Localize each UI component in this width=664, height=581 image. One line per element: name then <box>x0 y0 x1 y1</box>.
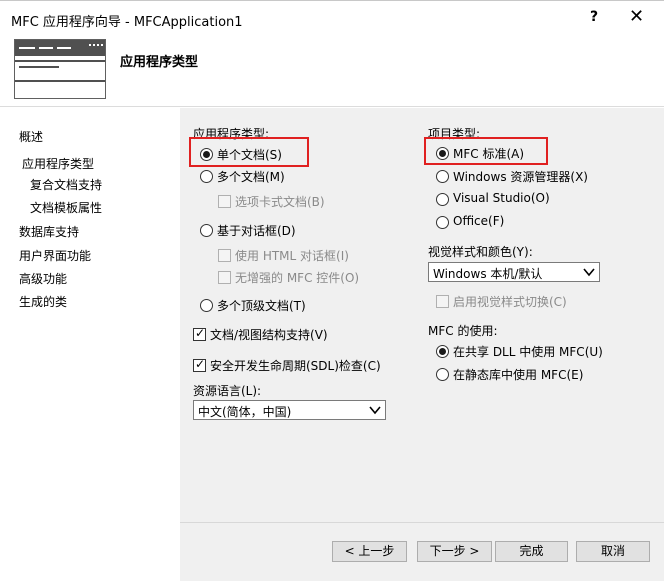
visual-style-label: 视觉样式和颜色(Y): <box>428 245 533 259</box>
multi-toplevel-label: 多个顶级文档(T) <box>217 299 306 313</box>
cancel-button[interactable]: 取消 <box>576 541 650 562</box>
page-title: 应用程序类型 <box>120 55 199 70</box>
title-bar: MFC 应用程序向导 - MFCApplication1 ? ✕ <box>0 1 664 37</box>
single-doc-radio[interactable] <box>200 148 213 161</box>
window-wizard-icon <box>14 39 106 99</box>
page-header: 应用程序类型 <box>0 37 664 107</box>
static-lib-radio[interactable] <box>436 368 449 381</box>
nav-item-database[interactable]: 数据库支持 <box>19 223 79 240</box>
tabbed-docs-label: 选项卡式文档(B) <box>235 195 325 209</box>
visual-studio-label: Visual Studio(O) <box>453 191 550 205</box>
enable-style-switch-checkbox[interactable] <box>436 295 449 308</box>
multi-doc-label: 多个文档(M) <box>217 170 285 184</box>
wizard-window: MFC 应用程序向导 - MFCApplication1 ? ✕ 应用程序类型 … <box>0 0 664 581</box>
window-title: MFC 应用程序向导 - MFCApplication1 <box>11 15 243 30</box>
nav-item-ui-features[interactable]: 用户界面功能 <box>19 247 91 264</box>
mfc-standard-radio[interactable] <box>436 147 449 160</box>
nav-item-overview[interactable]: 概述 <box>19 128 43 145</box>
dialog-based-label: 基于对话框(D) <box>217 224 296 238</box>
html-dialog-label: 使用 HTML 对话框(I) <box>235 249 349 263</box>
help-icon[interactable]: ? <box>590 9 598 25</box>
button-bar: < 上一步 下一步 > 完成 取消 <box>180 522 664 581</box>
visual-style-value: Windows 本机/默认 <box>433 267 543 281</box>
doc-view-checkbox[interactable]: ✓ <box>193 326 206 341</box>
sdl-checkbox[interactable]: ✓ <box>193 357 206 372</box>
resource-lang-value: 中文(简体，中国) <box>198 405 292 419</box>
next-button[interactable]: 下一步 > <box>417 541 492 562</box>
prev-button[interactable]: < 上一步 <box>332 541 407 562</box>
office-radio[interactable] <box>436 216 449 229</box>
nav-item-app-type[interactable]: 应用程序类型 <box>22 155 94 172</box>
no-enhanced-mfc-label: 无增强的 MFC 控件(O) <box>235 271 360 285</box>
tabbed-docs-checkbox[interactable] <box>218 195 231 208</box>
windows-explorer-label: Windows 资源管理器(X) <box>453 170 588 184</box>
html-dialog-checkbox[interactable] <box>218 249 231 262</box>
resource-lang-label: 资源语言(L): <box>193 384 262 398</box>
static-lib-label: 在静态库中使用 MFC(E) <box>453 368 584 382</box>
mfc-standard-label: MFC 标准(A) <box>453 147 525 161</box>
windows-explorer-radio[interactable] <box>436 170 449 183</box>
no-enhanced-mfc-checkbox[interactable] <box>218 271 231 284</box>
chevron-down-icon <box>583 268 595 277</box>
nav-item-advanced[interactable]: 高级功能 <box>19 270 67 287</box>
options-panel: 应用程序类型: 单个文档(S) 多个文档(M) 选项卡式文档(B) 基于对话框(… <box>180 108 664 581</box>
finish-button[interactable]: 完成 <box>495 541 568 562</box>
office-label: Office(F) <box>453 214 505 228</box>
dialog-based-radio[interactable] <box>200 224 213 237</box>
wizard-nav: 概述 应用程序类型 复合文档支持 文档模板属性 数据库支持 用户界面功能 高级功… <box>0 108 180 581</box>
nav-item-generated-classes[interactable]: 生成的类 <box>19 293 67 310</box>
sdl-label: 安全开发生命周期(SDL)检查(C) <box>210 359 381 373</box>
single-doc-label: 单个文档(S) <box>217 148 282 162</box>
mfc-usage-label: MFC 的使用: <box>428 324 498 338</box>
close-icon[interactable]: ✕ <box>629 6 644 27</box>
multi-toplevel-radio[interactable] <box>200 299 213 312</box>
multi-doc-radio[interactable] <box>200 170 213 183</box>
visual-style-select[interactable]: Windows 本机/默认 <box>428 262 600 282</box>
nav-item-doc-template[interactable]: 文档模板属性 <box>30 199 102 216</box>
shared-dll-label: 在共享 DLL 中使用 MFC(U) <box>453 345 603 359</box>
nav-item-compound-doc[interactable]: 复合文档支持 <box>30 176 102 193</box>
chevron-down-icon <box>369 406 381 415</box>
enable-style-switch-label: 启用视觉样式切换(C) <box>453 295 567 309</box>
doc-view-label: 文档/视图结构支持(V) <box>210 328 328 342</box>
shared-dll-radio[interactable] <box>436 345 449 358</box>
visual-studio-radio[interactable] <box>436 193 449 206</box>
resource-lang-select[interactable]: 中文(简体，中国) <box>193 400 386 420</box>
